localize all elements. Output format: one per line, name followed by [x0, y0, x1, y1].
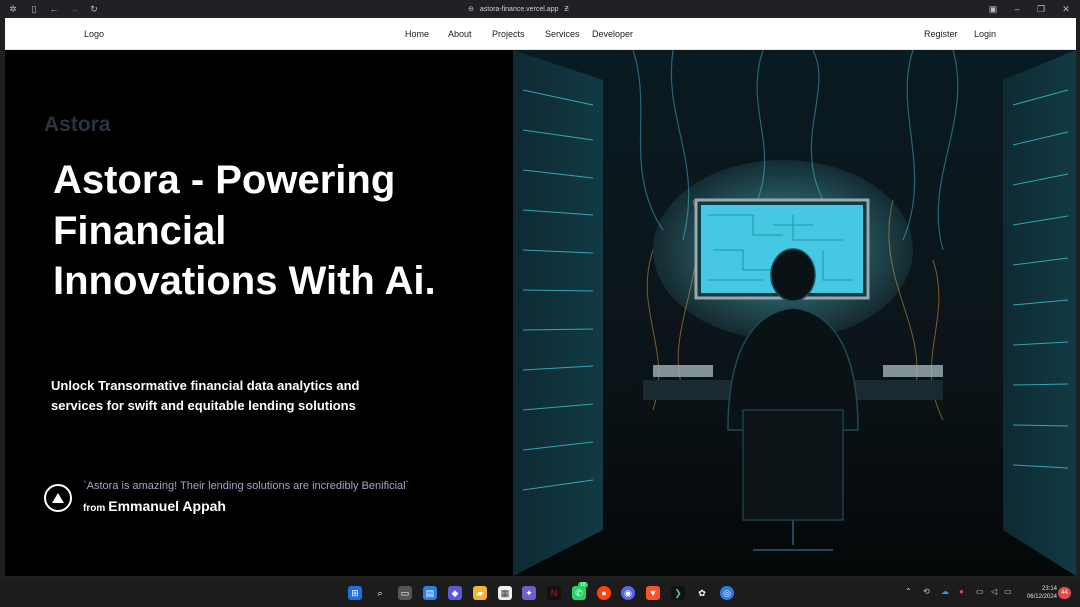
- testimonial-quote: `Astora is amazing! Their lending soluti…: [83, 480, 410, 492]
- server-room-hacker-illustration: [513, 50, 1076, 576]
- sync-icon[interactable]: ⟲: [923, 587, 930, 596]
- hero-title: Astora - Powering Financial Innovations …: [53, 158, 436, 303]
- volume-icon[interactable]: ◁: [991, 587, 997, 596]
- close-icon[interactable]: ✕: [1061, 4, 1071, 14]
- navbar: Logo Home About Projects Services Develo…: [5, 18, 1076, 50]
- network-icon[interactable]: ▭: [976, 587, 984, 596]
- hero-illustration: [513, 50, 1076, 576]
- maximize-icon[interactable]: ❐: [1036, 4, 1046, 14]
- testimonial-from-label: from: [83, 503, 106, 514]
- widgets-icon[interactable]: ▤: [423, 586, 437, 600]
- hero-subtitle: Unlock Transormative financial data anal…: [51, 378, 360, 413]
- minimize-icon[interactable]: –: [1012, 4, 1022, 14]
- notification-badge[interactable]: 44: [1058, 587, 1071, 599]
- browser-menu-icon[interactable]: ✲: [8, 4, 18, 14]
- testimonial-author: from Emmanuel Appah: [83, 498, 226, 514]
- whatsapp-badge: 18: [578, 582, 588, 588]
- testimonial-author-name: Emmanuel Appah: [108, 498, 226, 514]
- tray-overflow-icon[interactable]: ⌃: [905, 587, 912, 596]
- register-link[interactable]: Register: [924, 28, 958, 40]
- terminal-icon[interactable]: ❯: [671, 586, 685, 600]
- nav-link-projects[interactable]: Projects: [492, 28, 525, 40]
- netflix-icon[interactable]: N: [547, 586, 561, 600]
- browser-titlebar: ✲ ▯ ← → ↻ ⊖ astora-finance.vercel.app Ƶ …: [0, 0, 1080, 18]
- brave-icon[interactable]: ▼: [646, 586, 660, 600]
- taskbar: ⊞ ⌕ ▭ ▤ ◆ ▰ ▦ ✦ N ✆ 18 ● ◉ ▼ ❯ ✿ ◎ ⌃ ⟲ ☁…: [0, 580, 1080, 607]
- chatgpt-icon[interactable]: ✿: [695, 586, 709, 600]
- nav-link-developer[interactable]: Developer: [592, 28, 633, 40]
- site-info-icon[interactable]: ⊖: [468, 5, 474, 13]
- reload-icon[interactable]: ↻: [89, 4, 99, 14]
- clock-time: 23:14: [1041, 586, 1057, 592]
- address-url: astora-finance.vercel.app: [479, 5, 559, 13]
- page-viewport: Logo Home About Projects Services Develo…: [5, 18, 1076, 576]
- whatsapp-icon[interactable]: ✆: [572, 586, 586, 600]
- reddit-icon[interactable]: ●: [597, 586, 611, 600]
- file-explorer-icon[interactable]: ▰: [473, 586, 487, 600]
- nav-logo[interactable]: Logo: [84, 28, 104, 40]
- system-clock[interactable]: 23:14 06/12/2024: [1021, 585, 1057, 601]
- extensions-icon[interactable]: ▣: [988, 4, 998, 14]
- task-view-icon[interactable]: ▭: [398, 586, 412, 600]
- nav-link-home[interactable]: Home: [405, 28, 429, 40]
- address-bar[interactable]: ⊖ astora-finance.vercel.app Ƶ: [468, 4, 569, 14]
- hero-brand: Astora: [44, 113, 111, 136]
- nav-link-services[interactable]: Services: [545, 28, 580, 40]
- hero-text-panel: Astora Astora - Powering Financial Innov…: [5, 50, 513, 576]
- play-icon[interactable]: [44, 484, 72, 512]
- microphone-icon[interactable]: ●: [959, 587, 964, 596]
- translate-icon[interactable]: Ƶ: [564, 6, 568, 13]
- app-icon[interactable]: ◎: [720, 586, 734, 600]
- discord-icon[interactable]: ◉: [621, 586, 635, 600]
- sidebar-toggle-icon[interactable]: ▯: [29, 4, 39, 14]
- store-icon[interactable]: ▦: [498, 586, 512, 600]
- teams-icon[interactable]: ◆: [448, 586, 462, 600]
- battery-icon[interactable]: ▭: [1004, 587, 1012, 596]
- search-icon[interactable]: ⌕: [373, 586, 387, 600]
- back-icon[interactable]: ←: [49, 4, 59, 14]
- nav-link-about[interactable]: About: [448, 28, 472, 40]
- forward-icon[interactable]: →: [69, 4, 79, 14]
- browser-app-icon[interactable]: ✦: [522, 586, 536, 600]
- login-link[interactable]: Login: [974, 28, 996, 40]
- start-icon[interactable]: ⊞: [348, 586, 362, 600]
- clock-date: 06/12/2024: [1026, 594, 1057, 600]
- onedrive-icon[interactable]: ☁: [941, 587, 949, 596]
